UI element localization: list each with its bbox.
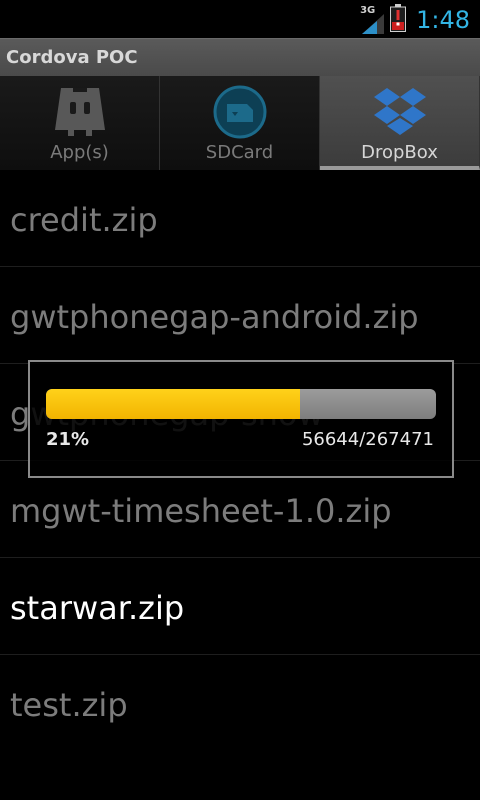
list-item[interactable]: gwtphonegap-android.zip: [0, 267, 480, 364]
status-clock: 1:48: [416, 6, 470, 34]
tab-bar: App(s) SDCard DropBox: [0, 76, 480, 170]
tab-dropbox[interactable]: DropBox: [320, 76, 480, 170]
title-bar: Cordova POC: [0, 38, 480, 76]
tab-sdcard[interactable]: SDCard: [160, 76, 320, 170]
progress-percent: 21%: [46, 429, 90, 450]
tab-apps[interactable]: App(s): [0, 76, 160, 170]
progress-bar-fill: [46, 389, 300, 419]
list-item[interactable]: credit.zip: [0, 170, 480, 267]
3g-signal-icon: 3G: [360, 6, 385, 34]
progress-bar: [46, 389, 436, 419]
status-bar: 3G 1:48: [0, 0, 480, 38]
battery-alert-icon: [390, 4, 407, 36]
status-icons: 3G 1:48: [360, 4, 470, 36]
tab-label: SDCard: [205, 142, 274, 163]
tab-label: App(s): [50, 142, 109, 163]
dropbox-icon: [371, 84, 429, 140]
download-progress-dialog: 21% 56644/267471: [28, 360, 454, 478]
app-title: Cordova POC: [6, 47, 138, 68]
cordova-robot-icon: [51, 84, 109, 140]
list-item[interactable]: starwar.zip: [0, 558, 480, 655]
sdcard-icon: [211, 84, 269, 140]
list-item[interactable]: test.zip: [0, 655, 480, 752]
progress-count: 56644/267471: [301, 429, 434, 450]
tab-label: DropBox: [361, 142, 438, 163]
